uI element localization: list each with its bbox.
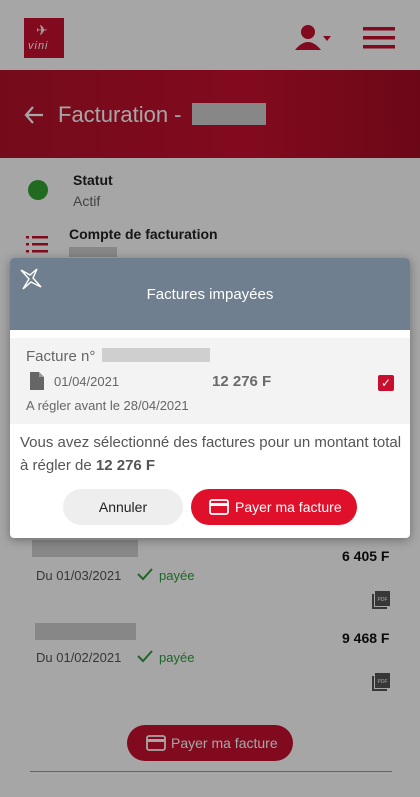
dialog-header: Factures impayées — [10, 258, 410, 330]
invoice-number-label: Facture n° — [26, 348, 96, 365]
pay-invoice-label: Payer ma facture — [235, 499, 342, 515]
selection-summary-text: Vous avez sélectionné des factures pour … — [20, 434, 402, 474]
selection-summary: Vous avez sélectionné des factures pour … — [20, 431, 404, 477]
document-icon — [30, 372, 44, 395]
dialog-title: Factures impayées — [146, 286, 274, 303]
selection-summary-amount: 12 276 F — [95, 457, 156, 474]
redacted-invoice-number — [102, 348, 210, 362]
invoice-due-date: A régler avant le 28/04/2021 — [26, 398, 189, 413]
unpaid-invoice-item[interactable]: Facture n° 01/04/2021 12 276 F ✓ A régle… — [10, 338, 410, 424]
cancel-button[interactable]: Annuler — [63, 489, 183, 525]
invoice-date: 01/04/2021 — [54, 374, 120, 389]
invoice-select-checkbox[interactable]: ✓ — [378, 375, 394, 391]
invoice-amount: 12 276 F — [212, 373, 272, 390]
pay-invoice-button[interactable]: Payer ma facture — [191, 489, 357, 525]
unpaid-invoices-dialog: Factures impayées Facture n° 01/04/2021 … — [10, 258, 410, 538]
